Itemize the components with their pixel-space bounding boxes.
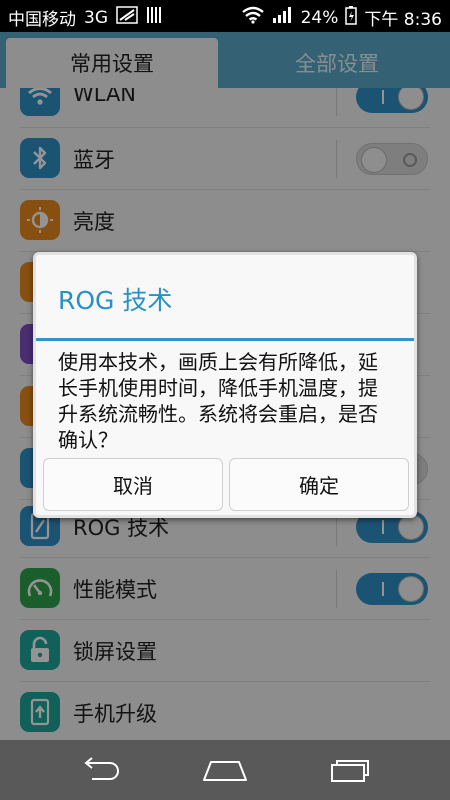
dialog-title-divider	[36, 338, 414, 341]
rog-confirm-dialog: ROG 技术 使用本技术，画质上会有所降低，延长手机使用时间，降低手机温度，提升…	[33, 252, 417, 518]
wifi-status-icon	[241, 6, 265, 29]
battery-percent: 24%	[300, 7, 339, 28]
recent-apps-icon[interactable]	[320, 754, 380, 786]
signal-icon	[116, 6, 138, 29]
barcode-icon	[146, 6, 162, 29]
signal-strength-icon	[272, 6, 294, 29]
navigation-bar	[0, 740, 450, 800]
carrier-label: 中国移动	[8, 10, 76, 30]
battery-charging-icon	[345, 5, 358, 30]
network-type-label: 3G	[84, 7, 108, 28]
clock: 下午 8:36	[364, 10, 442, 30]
dialog-title: ROG 技术	[58, 286, 173, 315]
back-icon[interactable]	[70, 754, 130, 786]
home-icon[interactable]	[195, 754, 255, 786]
confirm-button[interactable]: 确定	[229, 458, 409, 511]
dialog-message: 使用本技术，画质上会有所降低，延长手机使用时间，降低手机温度，提升系统流畅性。系…	[58, 350, 378, 452]
status-bar: 中国移动 3G 24% 下午 8:36	[0, 0, 450, 32]
cancel-button[interactable]: 取消	[43, 458, 223, 511]
